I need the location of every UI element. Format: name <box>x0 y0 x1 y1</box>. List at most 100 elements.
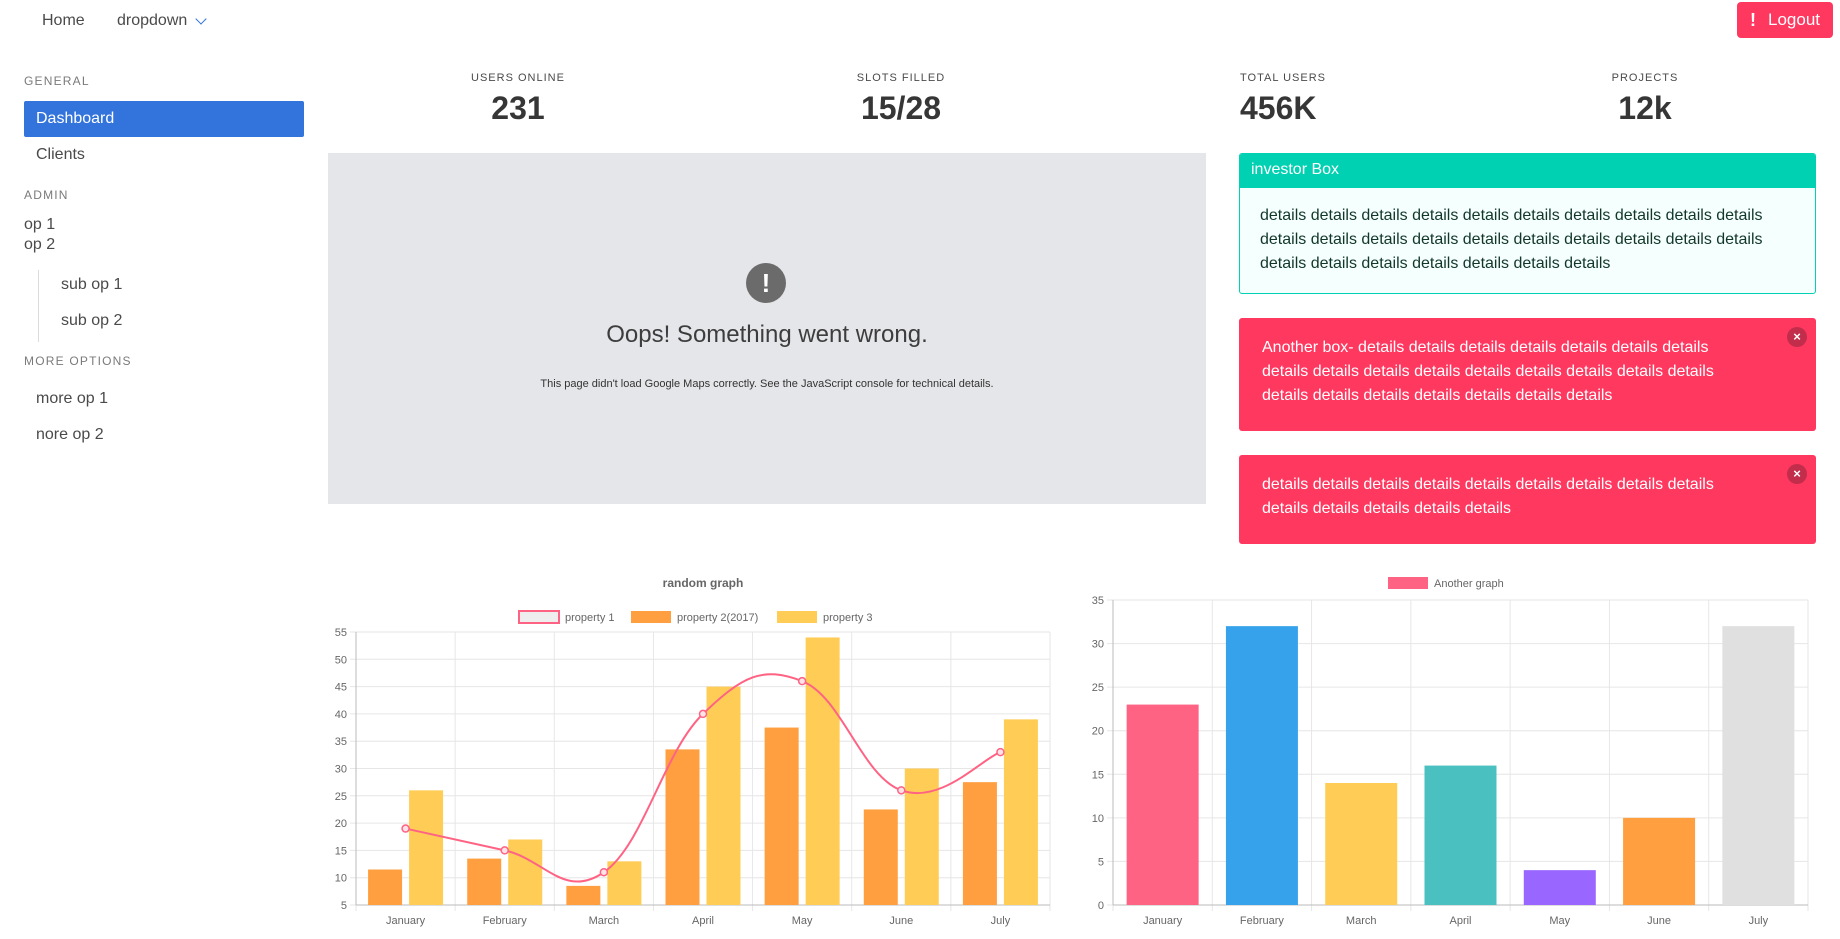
chart-title: random graph <box>663 576 744 590</box>
investor-box-body: details details details details details … <box>1260 207 1763 272</box>
line-point <box>897 786 906 795</box>
nav-home-link[interactable]: Home <box>42 12 85 30</box>
bar <box>409 790 444 905</box>
legend-swatch <box>777 611 817 623</box>
bar <box>805 637 840 905</box>
legend-label: property 2(2017) <box>677 612 758 624</box>
line-point <box>599 867 609 877</box>
bar <box>665 749 700 905</box>
sidebar-item-dashboard[interactable]: Dashboard <box>24 101 304 137</box>
line-point <box>698 709 708 719</box>
bar <box>1126 704 1199 905</box>
y-tick-label: 5 <box>1098 856 1104 868</box>
chart-random-graph: random graph property 1 property 2(2017) pr… <box>320 570 1060 934</box>
y-tick-label: 10 <box>1092 813 1104 825</box>
x-tick-label: February <box>483 915 528 927</box>
bar <box>1325 783 1398 905</box>
y-tick-label: 45 <box>335 682 347 694</box>
stat-total-users: TOTAL USERS 456K <box>1180 72 1380 127</box>
line-point <box>401 824 410 833</box>
exclamation-icon: ! <box>1750 9 1756 30</box>
stat-users-online: USERS ONLINE 231 <box>418 72 618 127</box>
x-tick-label: June <box>889 915 913 927</box>
y-tick-label: 10 <box>335 873 347 885</box>
sidebar-item-sub-op1[interactable]: sub op 1 <box>61 276 122 294</box>
close-icon[interactable]: × <box>1787 464 1807 484</box>
y-tick-label: 0 <box>1098 900 1104 912</box>
bar <box>1623 817 1696 905</box>
map-error-text: This page didn't load Google Maps correc… <box>540 378 994 390</box>
logout-button[interactable]: ! Logout <box>1737 2 1833 38</box>
investor-box: investor Box details details details det… <box>1239 153 1816 294</box>
x-tick-label: January <box>1143 915 1183 927</box>
legend-label: property 1 <box>565 612 615 624</box>
y-tick-label: 25 <box>1092 682 1104 694</box>
y-tick-label: 40 <box>335 709 347 721</box>
sidebar-item-op1[interactable]: op 1 <box>24 216 55 234</box>
bar <box>706 686 741 905</box>
legend-swatch <box>518 610 560 624</box>
x-tick-label: February <box>1240 915 1285 927</box>
stat-heading: TOTAL USERS <box>1240 72 1326 84</box>
sidebar-item-sub-op2[interactable]: sub op 2 <box>61 312 122 330</box>
sidebar-item-more-op2[interactable]: nore op 2 <box>36 426 104 444</box>
y-tick-label: 35 <box>335 736 347 748</box>
bar <box>764 727 799 905</box>
nav-dropdown-label: dropdown <box>117 12 188 29</box>
bar <box>904 768 939 905</box>
google-map-error-panel: ! Oops! Something went wrong. This page … <box>328 153 1206 504</box>
error-icon: ! <box>746 263 786 303</box>
y-tick-label: 15 <box>335 845 347 857</box>
bar <box>368 869 403 905</box>
y-tick-label: 20 <box>1092 726 1104 738</box>
top-navbar: Home dropdown ! Logout <box>0 0 1840 42</box>
chevron-down-icon <box>195 12 207 25</box>
bar <box>566 885 601 905</box>
sidebar-item-clients[interactable]: Clients <box>36 146 85 164</box>
bar <box>1424 765 1497 905</box>
y-tick-label: 25 <box>335 791 347 803</box>
bar <box>863 809 898 905</box>
sidebar-item-op2[interactable]: op 2 <box>24 236 55 254</box>
y-tick-label: 5 <box>341 900 347 912</box>
x-tick-label: June <box>1647 915 1671 927</box>
nav-dropdown[interactable]: dropdown <box>117 12 207 30</box>
legend-label: Another graph <box>1434 578 1504 590</box>
stat-heading: USERS ONLINE <box>471 72 565 84</box>
line-point <box>797 676 807 686</box>
chart-another-graph-svg: Another graph 0 5 10 15 20 25 30 35 January Februa… <box>1092 577 1809 927</box>
line-point <box>500 846 509 855</box>
stat-value: 456K <box>1240 90 1317 126</box>
bar <box>607 861 642 905</box>
logout-label: Logout <box>1768 10 1820 29</box>
x-tick-label: May <box>792 915 813 927</box>
x-tick-label: March <box>589 915 620 927</box>
y-tick-label: 30 <box>335 764 347 776</box>
stat-projects: PROJECTS 12k <box>1545 72 1745 127</box>
map-error-title: Oops! Something went wrong. <box>606 321 928 348</box>
x-tick-label: March <box>1346 915 1377 927</box>
x-tick-label: May <box>1549 915 1570 927</box>
line-point <box>996 747 1005 757</box>
close-icon[interactable]: × <box>1787 327 1807 347</box>
y-tick-label: 15 <box>1092 769 1104 781</box>
bar <box>508 839 543 905</box>
menu-label-general: GENERAL <box>24 74 90 88</box>
menu-label-more-options: MORE OPTIONS <box>24 354 132 368</box>
bar <box>1523 870 1596 905</box>
x-tick-label: April <box>1449 915 1471 927</box>
x-tick-label: April <box>692 915 714 927</box>
stat-slots-filled: SLOTS FILLED 15/28 <box>801 72 1001 127</box>
y-tick-label: 30 <box>1092 639 1104 651</box>
stat-value: 231 <box>491 90 545 126</box>
alert-box-1: Another box- details details details det… <box>1239 318 1816 431</box>
stat-value: 12k <box>1618 90 1672 126</box>
sidebar-item-more-op1[interactable]: more op 1 <box>36 390 108 408</box>
y-tick-label: 35 <box>1092 595 1104 607</box>
x-tick-label: July <box>991 915 1011 927</box>
alert-box-text: details details details details details … <box>1262 476 1714 517</box>
legend-label: property 3 <box>823 612 873 624</box>
y-tick-label: 20 <box>335 818 347 830</box>
bar <box>467 858 502 905</box>
submenu-border <box>38 270 39 342</box>
